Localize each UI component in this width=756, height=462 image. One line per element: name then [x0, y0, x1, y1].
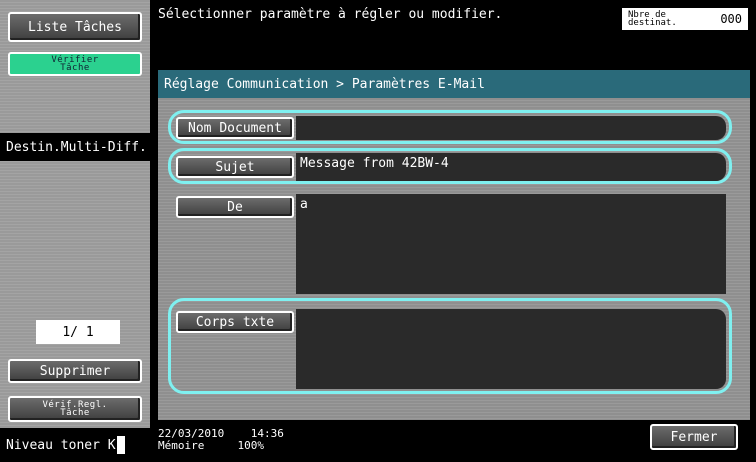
toner-label: Niveau toner — [6, 437, 100, 453]
de-button[interactable]: De — [176, 196, 294, 218]
breadcrumb: Réglage Communication > Paramètres E-Mai… — [158, 70, 750, 98]
nom-document-value[interactable] — [296, 116, 726, 140]
sujet-label: Sujet — [215, 159, 255, 175]
fermer-label: Fermer — [670, 429, 718, 445]
row-sujet: Sujet Message from 42BW-4 — [168, 148, 732, 184]
corps-txte-value[interactable] — [296, 309, 726, 389]
verif-regl-tache-label: Vérif.Regl. Tâche — [42, 400, 108, 418]
toner-bar-icon — [116, 436, 125, 454]
datetime-memory: 22/03/2010 14:36 Mémoire 100% — [158, 428, 284, 452]
instruction-text: Sélectionner paramètre à régler ou modif… — [158, 7, 503, 22]
verif-regl-tache-button[interactable]: Vérif.Regl. Tâche — [8, 396, 142, 422]
row-corps-txte: Corps txte — [168, 298, 732, 394]
row-nom-document: Nom Document — [168, 110, 732, 144]
footer: 22/03/2010 14:36 Mémoire 100% Fermer — [150, 420, 756, 462]
header: Sélectionner paramètre à régler ou modif… — [150, 0, 756, 60]
sujet-value[interactable]: Message from 42BW-4 — [296, 153, 726, 181]
main-panel: Réglage Communication > Paramètres E-Mai… — [150, 60, 756, 422]
verifier-tache-button[interactable]: Vérifier Tâche — [8, 52, 142, 76]
corps-txte-label: Corps txte — [195, 314, 275, 330]
destination-count: Nbre de destinat. 000 — [622, 8, 748, 30]
liste-taches-button[interactable]: Liste Tâches — [8, 12, 142, 42]
memory-value: 100% — [237, 439, 264, 452]
de-label: De — [227, 199, 243, 215]
row-de: De a — [168, 194, 732, 294]
email-settings-area: Nom Document Sujet Message from 42BW-4 D… — [158, 98, 750, 422]
destin-multi-diff-label: Destin.Multi-Diff. — [0, 133, 150, 161]
left-sidebar: Liste Tâches Vérifier Tâche Destin.Multi… — [0, 0, 150, 462]
page-indicator: 1/ 1 — [36, 320, 120, 344]
toner-color: K — [107, 437, 116, 453]
memory-label: Mémoire — [158, 439, 205, 452]
nom-document-label: Nom Document — [188, 120, 282, 136]
verifier-tache-label: Vérifier Tâche — [51, 55, 99, 73]
fermer-button[interactable]: Fermer — [650, 424, 738, 450]
supprimer-label: Supprimer — [39, 363, 111, 379]
destination-count-label: Nbre de destinat. — [628, 10, 677, 28]
supprimer-button[interactable]: Supprimer — [8, 359, 142, 383]
de-value[interactable]: a — [296, 194, 726, 294]
corps-txte-button[interactable]: Corps txte — [176, 311, 294, 333]
sujet-button[interactable]: Sujet — [176, 156, 294, 178]
destination-count-value: 000 — [720, 12, 742, 26]
liste-taches-label: Liste Tâches — [28, 19, 122, 35]
toner-level: Niveau toner K — [0, 428, 150, 462]
nom-document-button[interactable]: Nom Document — [176, 117, 294, 139]
